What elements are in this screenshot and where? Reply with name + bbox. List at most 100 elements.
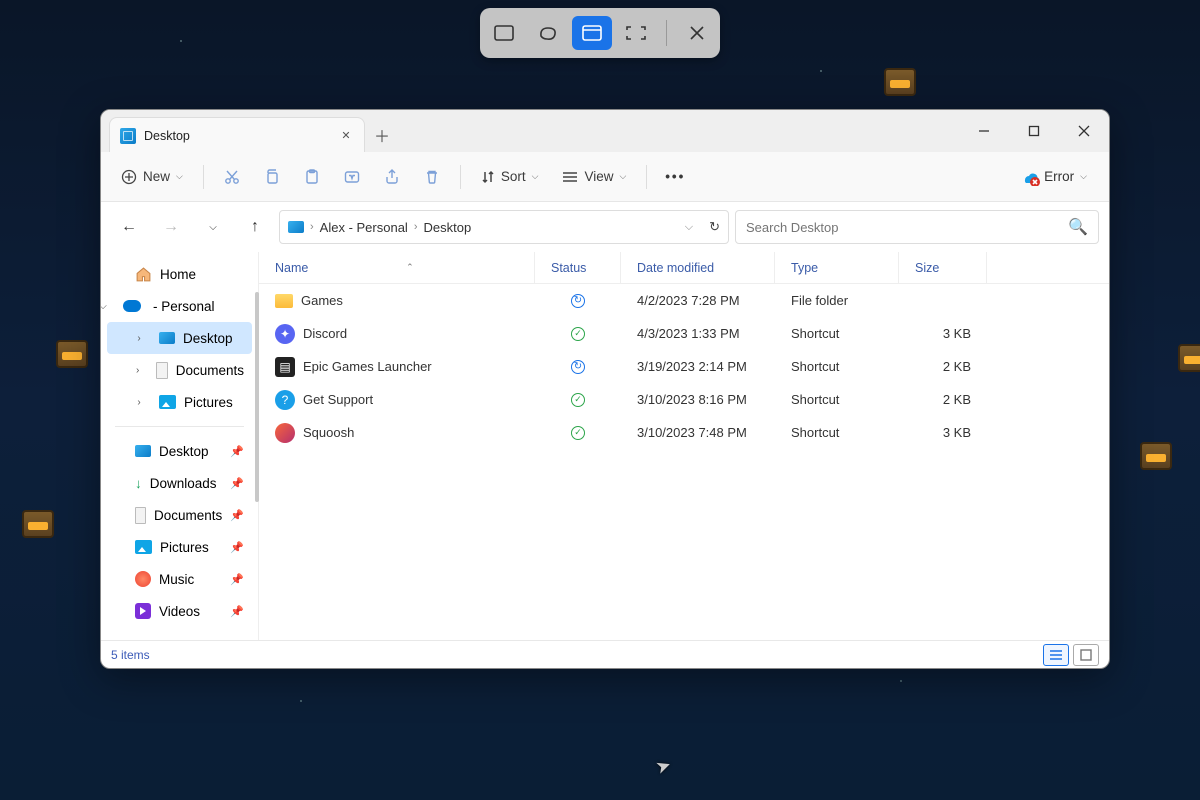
paste-button[interactable] [294,160,330,194]
sidebar-item-personal[interactable]: ⌵ - Personal [107,290,252,322]
chevron-right-icon: › [414,221,418,233]
sidebar-label: Desktop [183,331,233,346]
breadcrumb-root[interactable]: Alex - Personal [320,220,408,235]
copy-button[interactable] [254,160,290,194]
new-button[interactable]: New ⌵ [111,160,193,194]
chevron-down-icon: ⌵ [176,171,183,182]
close-button[interactable] [1059,110,1109,152]
sidebar-label: Desktop [159,444,209,459]
col-size[interactable]: Size [899,252,987,283]
desktop-icon [159,332,175,344]
sync-error-button[interactable]: Error ⌵ [1008,168,1099,186]
pin-icon: 📌 [230,445,244,458]
chevron-down-icon[interactable]: ⌵ [685,221,693,234]
file-date: 4/2/2023 7:28 PM [621,293,775,308]
documents-icon [156,362,167,379]
view-button-label: View [584,169,613,184]
back-button[interactable]: ← [111,209,147,245]
snip-freeform-icon[interactable] [528,16,568,50]
view-details-button[interactable] [1043,644,1069,666]
tab-close-icon[interactable]: ✕ [338,128,354,144]
col-date[interactable]: Date modified [621,252,775,283]
sidebar-item-home[interactable]: Home [107,258,252,290]
new-tab-button[interactable]: ＋ [365,118,399,152]
chest-sprite [884,68,916,96]
col-type[interactable]: Type [775,252,899,283]
search-icon[interactable]: 🔍 [1068,217,1088,237]
file-name: Squoosh [303,425,354,440]
sidebar-label: - Personal [153,299,215,314]
snip-fullscreen-icon[interactable] [616,16,656,50]
sidebar-item-documents[interactable]: › Documents [107,354,252,386]
chevron-right-icon[interactable]: › [133,365,142,376]
col-name[interactable]: Name⌃ [259,252,535,283]
pictures-icon [135,540,152,554]
search-input[interactable] [746,220,1068,235]
file-type: File folder [775,293,899,308]
status-bar: 5 items [101,640,1109,668]
file-row[interactable]: ?Get Support✓3/10/2023 8:16 PMShortcut2 … [259,383,1109,416]
maximize-button[interactable] [1009,110,1059,152]
file-date: 4/3/2023 1:33 PM [621,326,775,341]
scrollbar[interactable] [255,292,259,502]
folder-icon [275,294,293,308]
minimize-button[interactable] [959,110,1009,152]
refresh-button[interactable]: ↻ [709,219,720,235]
file-date: 3/10/2023 8:16 PM [621,392,775,407]
rename-button[interactable] [334,160,370,194]
share-button[interactable] [374,160,410,194]
file-explorer-window: Desktop ✕ ＋ New ⌵ Sort ⌵ Vie [100,109,1110,669]
sidebar-quick-videos[interactable]: Videos📌 [107,595,252,627]
sidebar-label: Pictures [160,540,209,555]
up-button[interactable]: ↑ [237,209,273,245]
file-row[interactable]: ✦Discord✓4/3/2023 1:33 PMShortcut3 KB [259,317,1109,350]
col-status[interactable]: Status [535,252,621,283]
search-box[interactable]: 🔍 [735,210,1099,244]
support-icon: ? [275,390,295,410]
sidebar-item-pictures[interactable]: › Pictures [107,386,252,418]
chevron-down-icon: ⌵ [1080,171,1087,182]
sidebar-item-desktop[interactable]: › Desktop [107,322,252,354]
sidebar-quick-pictures[interactable]: Pictures 📌 [107,531,252,563]
view-button[interactable]: View ⌵ [552,160,636,194]
snip-rectangle-icon[interactable] [484,16,524,50]
music-icon [135,571,151,587]
sidebar-quick-downloads[interactable]: ↓Downloads📌 [107,467,252,499]
cut-button[interactable] [214,160,250,194]
sidebar-label: Videos [159,604,200,619]
chevron-right-icon[interactable]: › [133,333,145,344]
recent-dropdown[interactable]: ⌵ [195,209,231,245]
sidebar-label: Downloads [150,476,217,491]
file-date: 3/19/2023 2:14 PM [621,359,775,374]
sidebar-quick-documents[interactable]: Documents 📌 [107,499,252,531]
file-name: Epic Games Launcher [303,359,432,374]
location-icon [288,221,304,233]
more-button[interactable]: ••• [657,160,693,194]
file-type: Shortcut [775,359,899,374]
delete-button[interactable] [414,160,450,194]
forward-button[interactable]: → [153,209,189,245]
tab-desktop[interactable]: Desktop ✕ [109,117,365,153]
chevron-down-icon[interactable]: ⌵ [101,301,109,312]
file-type: Shortcut [775,392,899,407]
sort-button[interactable]: Sort ⌵ [471,160,549,194]
documents-icon [135,507,146,524]
view-large-button[interactable] [1073,644,1099,666]
sidebar-label: Documents [154,508,222,523]
snip-close-icon[interactable] [677,16,717,50]
file-row[interactable]: Squoosh✓3/10/2023 7:48 PMShortcut3 KB [259,416,1109,449]
videos-icon [135,603,151,619]
file-row[interactable]: ▤Epic Games Launcher3/19/2023 2:14 PMSho… [259,350,1109,383]
pin-icon: 📌 [230,509,244,522]
file-row[interactable]: Games4/2/2023 7:28 PMFile folder [259,284,1109,317]
pin-icon: 📌 [230,541,244,554]
breadcrumb-current[interactable]: Desktop [424,220,472,235]
check-icon: ✓ [571,426,585,440]
sidebar-quick-desktop[interactable]: Desktop 📌 [107,435,252,467]
address-bar[interactable]: › Alex - Personal › Desktop ⌵ ↻ [279,210,729,244]
chevron-right-icon[interactable]: › [133,397,145,408]
sidebar-quick-music[interactable]: Music📌 [107,563,252,595]
snip-window-icon[interactable] [572,16,612,50]
downloads-icon: ↓ [135,476,142,491]
titlebar: Desktop ✕ ＋ [101,110,1109,152]
